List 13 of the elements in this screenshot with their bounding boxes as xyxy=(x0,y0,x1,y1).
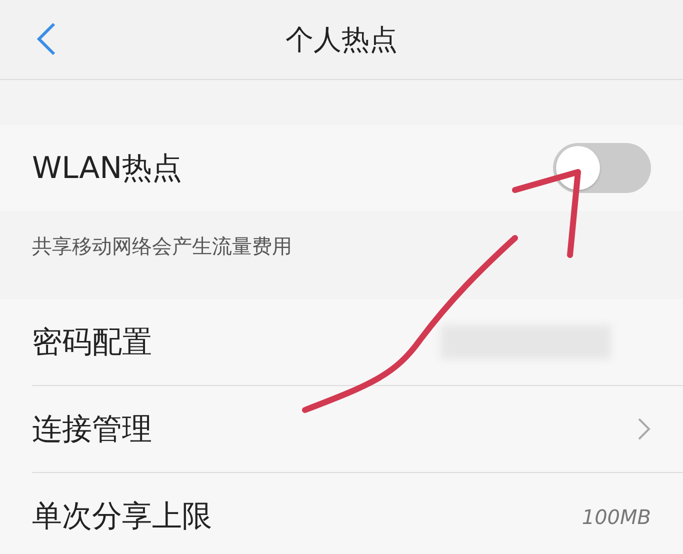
page-title: 个人热点 xyxy=(286,22,398,58)
settings-row[interactable]: 单次分享上限 100MB xyxy=(32,473,683,554)
settings-row[interactable]: 密码配置 xyxy=(32,299,683,386)
row-label: 单次分享上限 xyxy=(32,498,212,536)
hotspot-note: 共享移动网络会产生流量费用 xyxy=(32,234,292,258)
hotspot-label: WLAN热点 xyxy=(32,150,182,188)
row-label: 密码配置 xyxy=(32,324,152,362)
row-value: 100MB xyxy=(582,504,651,530)
row-label: 连接管理 xyxy=(32,410,152,448)
back-icon[interactable] xyxy=(36,22,56,56)
hotspot-toggle[interactable] xyxy=(553,143,651,193)
settings-row[interactable]: 连接管理 xyxy=(32,386,683,473)
chevron-icon xyxy=(637,417,651,441)
